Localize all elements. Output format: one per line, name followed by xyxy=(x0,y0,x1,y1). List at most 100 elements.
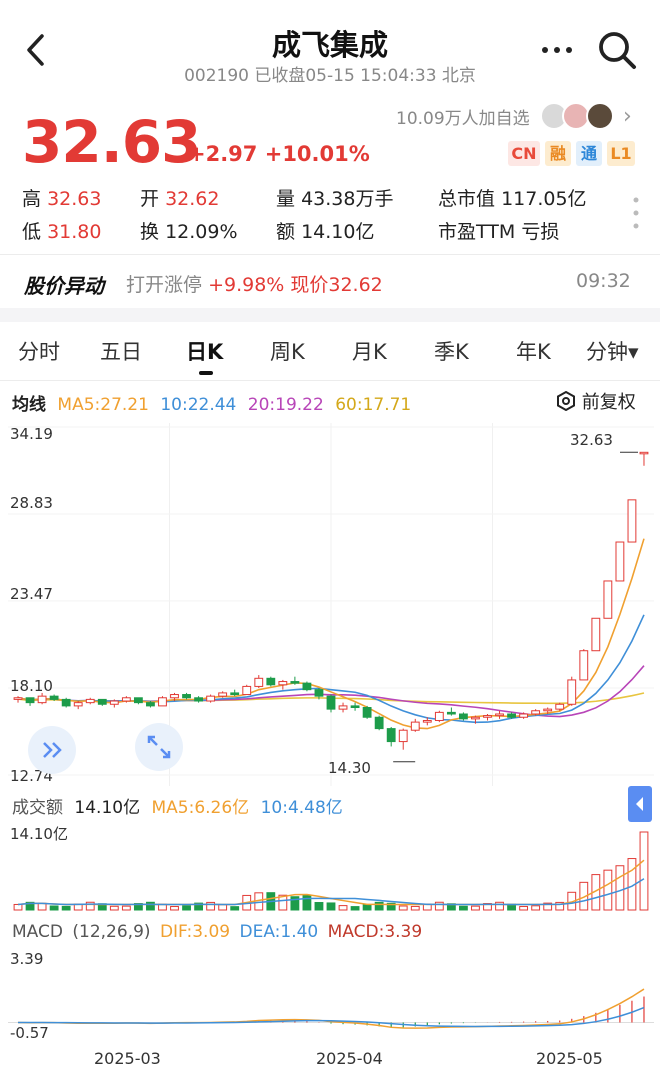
volume-bar xyxy=(398,905,408,911)
candle-body xyxy=(314,689,324,697)
candle-body xyxy=(507,713,516,718)
volume-bar xyxy=(146,901,155,911)
volume-bar xyxy=(13,903,23,911)
price-change: +2.97 +10.01% xyxy=(188,142,370,166)
badge-margin[interactable]: 融 xyxy=(545,141,571,166)
more-icon[interactable] xyxy=(540,32,574,68)
kline-chart[interactable] xyxy=(8,423,654,786)
volume-bar xyxy=(410,905,420,911)
tab-intraday[interactable]: 分时 xyxy=(18,336,60,366)
candle-body xyxy=(194,697,203,702)
volume-bar xyxy=(639,831,649,911)
candle-body xyxy=(422,719,432,723)
candle-body xyxy=(266,677,276,686)
kline-axis-label: 23.47 xyxy=(10,585,53,603)
stat-volume: 量 43.38万手 xyxy=(276,188,394,210)
candle-body xyxy=(386,728,396,743)
candle-body xyxy=(531,710,541,715)
max-price-label: 32.63 xyxy=(570,431,613,449)
section-separator xyxy=(0,308,660,322)
badge-l1[interactable]: L1 xyxy=(607,141,635,166)
active-tab-indicator xyxy=(199,371,213,375)
date-label: 2025-03 xyxy=(94,1049,161,1068)
tab-five-day[interactable]: 五日 xyxy=(100,336,142,366)
volume-bar xyxy=(603,869,613,911)
chevron-right-icon[interactable]: › xyxy=(623,104,632,129)
volume-bar xyxy=(615,865,625,911)
candle-body xyxy=(471,716,480,720)
candle-body xyxy=(326,695,336,710)
volume-bar xyxy=(121,905,131,911)
double-chevron-icon xyxy=(43,742,62,758)
candle-body xyxy=(13,697,23,700)
candle-body xyxy=(25,697,35,704)
alert-time: 09:32 xyxy=(576,270,631,292)
collapse-panel-button[interactable] xyxy=(628,786,652,822)
alert-title[interactable]: 股价异动 xyxy=(24,270,104,299)
candle-body xyxy=(362,707,372,718)
volume-bar xyxy=(495,901,504,911)
candle-body xyxy=(374,716,384,730)
volume-chart[interactable] xyxy=(8,822,654,914)
stat-turnover: 换 12.09% xyxy=(140,221,238,243)
kline-axis-label: 28.83 xyxy=(10,494,53,512)
candle-body xyxy=(302,682,312,691)
volume-bar xyxy=(206,901,216,911)
macd-chart[interactable] xyxy=(8,946,654,1042)
date-label: 2025-05 xyxy=(536,1049,603,1068)
candle-body xyxy=(615,541,625,582)
volume-bar xyxy=(314,902,324,911)
candle-body xyxy=(158,697,167,707)
tab-yearly-k[interactable]: 年K xyxy=(516,336,551,366)
candle-body xyxy=(591,617,601,652)
volume-bar xyxy=(471,905,480,911)
follower-avatars[interactable] xyxy=(540,100,620,132)
fullscreen-button[interactable] xyxy=(135,723,183,771)
candle-body xyxy=(170,694,179,699)
stat-market-cap: 总市值 117.05亿 xyxy=(438,188,587,210)
candle-body xyxy=(446,711,456,715)
stat-amount: 额 14.10亿 xyxy=(276,221,375,243)
candle-body xyxy=(410,721,420,731)
tab-monthly-k[interactable]: 月K xyxy=(352,336,387,366)
candle-body xyxy=(182,694,191,699)
volume-bar xyxy=(362,903,372,911)
candle-body xyxy=(73,702,83,707)
min-price-label: 14.30 xyxy=(328,759,371,777)
hexagon-icon xyxy=(557,390,575,412)
alert-text[interactable]: 打开涨停 +9.98% 现价32.62 xyxy=(126,270,383,297)
stat-low: 低 31.80 xyxy=(22,221,102,243)
expand-left-button[interactable] xyxy=(28,726,76,774)
tab-quarterly-k[interactable]: 季K xyxy=(434,336,469,366)
tab-minute[interactable]: 分钟▾ xyxy=(586,336,639,366)
candle-body xyxy=(218,692,228,697)
candle-body xyxy=(242,685,252,696)
search-icon[interactable] xyxy=(597,30,637,70)
watchlist-count[interactable]: 10.09万人加自选 xyxy=(396,104,530,129)
candle-body xyxy=(37,695,47,704)
candle-body xyxy=(434,711,444,721)
divider xyxy=(0,380,660,381)
volume-bar xyxy=(170,906,179,911)
volume-bar xyxy=(302,894,312,911)
candle-body xyxy=(85,698,95,704)
candle-body xyxy=(483,715,492,718)
badge-cn[interactable]: CN xyxy=(508,141,540,166)
badge-connect[interactable]: 通 xyxy=(576,141,602,166)
volume-bar xyxy=(519,906,529,911)
kline-axis-label: 34.19 xyxy=(10,425,53,443)
candle-body xyxy=(97,698,107,705)
candle-body xyxy=(230,692,240,696)
candle-body xyxy=(398,729,408,743)
volume-bar xyxy=(49,905,59,911)
adjust-toggle[interactable]: 前复权 xyxy=(556,388,636,414)
more-vertical-icon[interactable] xyxy=(632,196,640,230)
candle-body xyxy=(555,703,565,710)
tab-daily-k[interactable]: 日K xyxy=(186,336,223,366)
stat-pe: 市盈TTM 亏损 xyxy=(438,221,560,243)
candle-body xyxy=(579,650,589,681)
stat-high: 高 32.63 xyxy=(22,188,102,210)
tab-weekly-k[interactable]: 周K xyxy=(270,336,305,366)
volume-ma10-line xyxy=(17,878,645,906)
candle-body xyxy=(254,677,264,687)
